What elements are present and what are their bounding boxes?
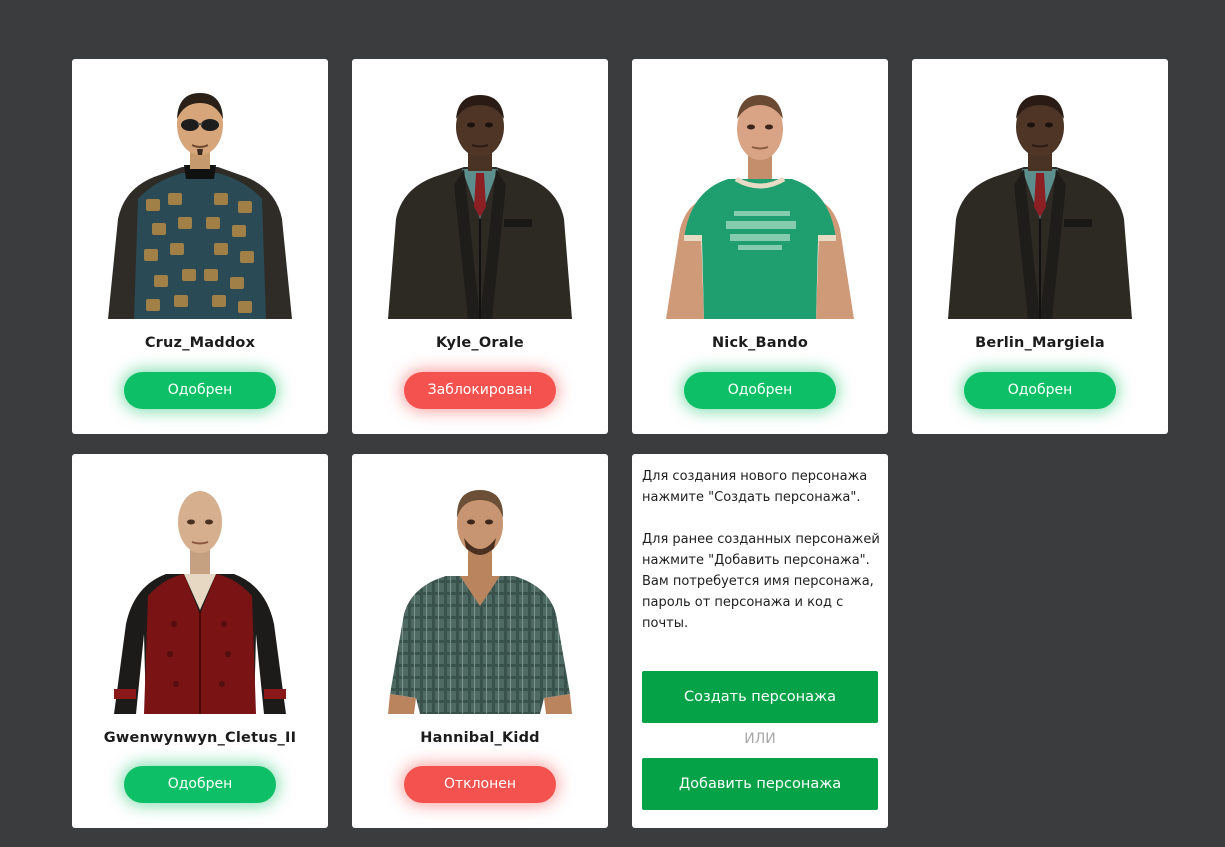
character-card[interactable]: Gwenwynwyn_Cletus_II Одобрен <box>72 454 328 828</box>
character-name: Hannibal_Kidd <box>420 730 540 746</box>
instructions-text: Для создания нового персонажа нажмите "С… <box>642 466 882 634</box>
instruction-line: почты. <box>642 616 689 631</box>
instruction-line: нажмите "Создать персонажа". <box>642 490 861 505</box>
character-avatar-icon <box>384 89 576 319</box>
character-name: Gwenwynwyn_Cletus_II <box>103 730 297 746</box>
character-avatar-icon <box>944 89 1136 319</box>
character-avatar-icon <box>104 89 296 319</box>
create-character-button[interactable]: Создать персонажа <box>642 671 878 723</box>
character-avatar-icon <box>104 484 296 714</box>
character-name: Nick_Bando <box>711 335 809 351</box>
character-card[interactable]: Berlin_Margiela Одобрен <box>912 59 1168 434</box>
status-badge[interactable]: Отклонен <box>404 766 556 803</box>
status-badge[interactable]: Одобрен <box>124 372 276 409</box>
character-card[interactable]: Cruz_Maddox Одобрен <box>72 59 328 434</box>
character-name: Cruz_Maddox <box>144 335 256 351</box>
status-badge[interactable]: Заблокирован <box>404 372 556 409</box>
status-badge[interactable]: Одобрен <box>684 372 836 409</box>
character-name: Kyle_Orale <box>436 335 524 351</box>
status-badge[interactable]: Одобрен <box>124 766 276 803</box>
instruction-line: Для создания нового персонажа <box>642 469 868 484</box>
instruction-line: Вам потребуется имя персонажа, <box>642 574 874 589</box>
add-character-button[interactable]: Добавить персонажа <box>642 758 878 810</box>
instruction-line: Для ранее созданных персонажей <box>642 532 880 547</box>
character-avatar-icon <box>384 484 576 714</box>
character-card[interactable]: Hannibal_Kidd Отклонен <box>352 454 608 828</box>
character-name: Berlin_Margiela <box>975 335 1105 351</box>
character-card[interactable]: Kyle_Orale Заблокирован <box>352 59 608 434</box>
instruction-line: нажмите "Добавить персонажа". <box>642 553 870 568</box>
instruction-line: пароль от персонажа и код с <box>642 595 844 610</box>
character-avatar-icon <box>664 89 856 319</box>
character-card[interactable]: Nick_Bando Одобрен <box>632 59 888 434</box>
create-character-panel: Для создания нового персонажа нажмите "С… <box>632 454 888 828</box>
status-badge[interactable]: Одобрен <box>964 372 1116 409</box>
or-separator: ИЛИ <box>744 731 776 747</box>
